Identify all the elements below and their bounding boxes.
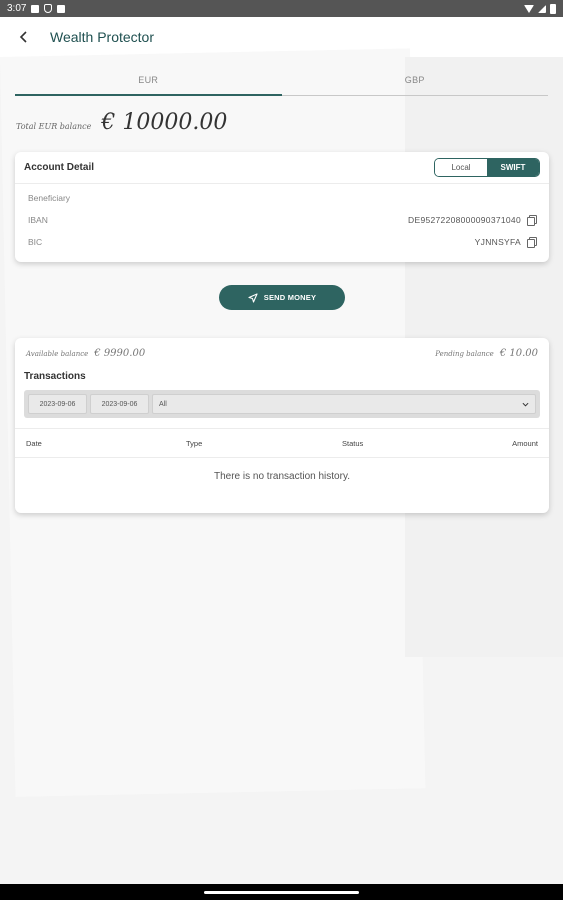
account-detail-header: Account Detail Local SWIFT <box>15 152 549 184</box>
bic-value: YJNNSYFA <box>474 237 521 247</box>
send-icon <box>248 292 258 303</box>
balance-row: Available balance € 9990.00 Pending bala… <box>15 338 549 359</box>
shield-icon <box>44 4 53 13</box>
transaction-filters: 2023-09-06 2023-09-06 All <box>24 390 540 418</box>
transactions-table-header: Date Type Status Amount <box>15 428 549 458</box>
column-header: Date <box>26 438 42 448</box>
status-time: 3:07 <box>7 3 27 14</box>
clipboard-icon <box>57 4 66 13</box>
transfer-type-toggle: Local SWIFT <box>434 158 540 177</box>
empty-state-message: There is no transaction history. <box>214 471 350 482</box>
total-balance-label: Total EUR balance <box>16 122 92 131</box>
beneficiary-row: Beneficiary <box>15 187 549 209</box>
copy-icon[interactable] <box>527 237 537 248</box>
home-handle[interactable] <box>204 890 359 894</box>
arrow-left-icon <box>19 31 27 43</box>
currency-tabs: EUR GBP <box>15 68 548 96</box>
pending-balance-value: € 10.00 <box>499 348 538 359</box>
date-to-input[interactable]: 2023-09-06 <box>90 394 149 414</box>
local-toggle-button[interactable]: Local <box>435 159 487 176</box>
column-header: Status <box>342 438 364 448</box>
available-balance-label: Available balance <box>26 350 89 358</box>
signal-icon <box>538 4 546 13</box>
chevron-down-icon <box>522 402 529 407</box>
transactions-title: Transactions <box>24 371 86 382</box>
available-balance-value: € 9990.00 <box>94 348 146 359</box>
bic-row: BIC YJNNSYFA <box>15 231 549 253</box>
copy-icon[interactable] <box>527 215 537 226</box>
send-money-button[interactable]: SEND MONEY <box>219 285 345 310</box>
page-title: Wealth Protector <box>50 29 155 45</box>
iban-row: IBAN DE95272208000090371040 <box>15 209 549 231</box>
bic-label: BIC <box>28 237 43 247</box>
status-filter-select[interactable]: All <box>152 394 536 414</box>
iban-label: IBAN <box>28 215 48 225</box>
navigation-bar <box>0 884 563 900</box>
battery-icon <box>550 3 556 14</box>
wifi-icon <box>524 4 534 13</box>
status-bar: 3:07 <box>0 0 563 17</box>
tab-eur[interactable]: EUR <box>15 68 282 96</box>
transactions-card: Available balance € 9990.00 Pending bala… <box>15 338 549 513</box>
send-money-label: SEND MONEY <box>263 293 317 302</box>
beneficiary-label: Beneficiary <box>28 193 71 203</box>
tab-gbp[interactable]: GBP <box>282 68 549 95</box>
column-header: Type <box>186 438 203 448</box>
notification-icon <box>31 4 40 13</box>
account-detail-title: Account Detail <box>24 162 95 173</box>
total-balance: Total EUR balance € 10000.00 <box>16 110 227 135</box>
back-button[interactable] <box>0 17 48 57</box>
swift-toggle-button[interactable]: SWIFT <box>487 159 539 176</box>
total-balance-amount: € 10000.00 <box>101 110 228 135</box>
date-from-input[interactable]: 2023-09-06 <box>28 394 87 414</box>
account-detail-card: Account Detail Local SWIFT Beneficiary I… <box>15 152 549 262</box>
column-header: Amount <box>512 438 538 448</box>
pending-balance-label: Pending balance <box>435 350 494 358</box>
status-filter-value: All <box>159 400 167 408</box>
iban-value: DE95272208000090371040 <box>408 215 521 225</box>
